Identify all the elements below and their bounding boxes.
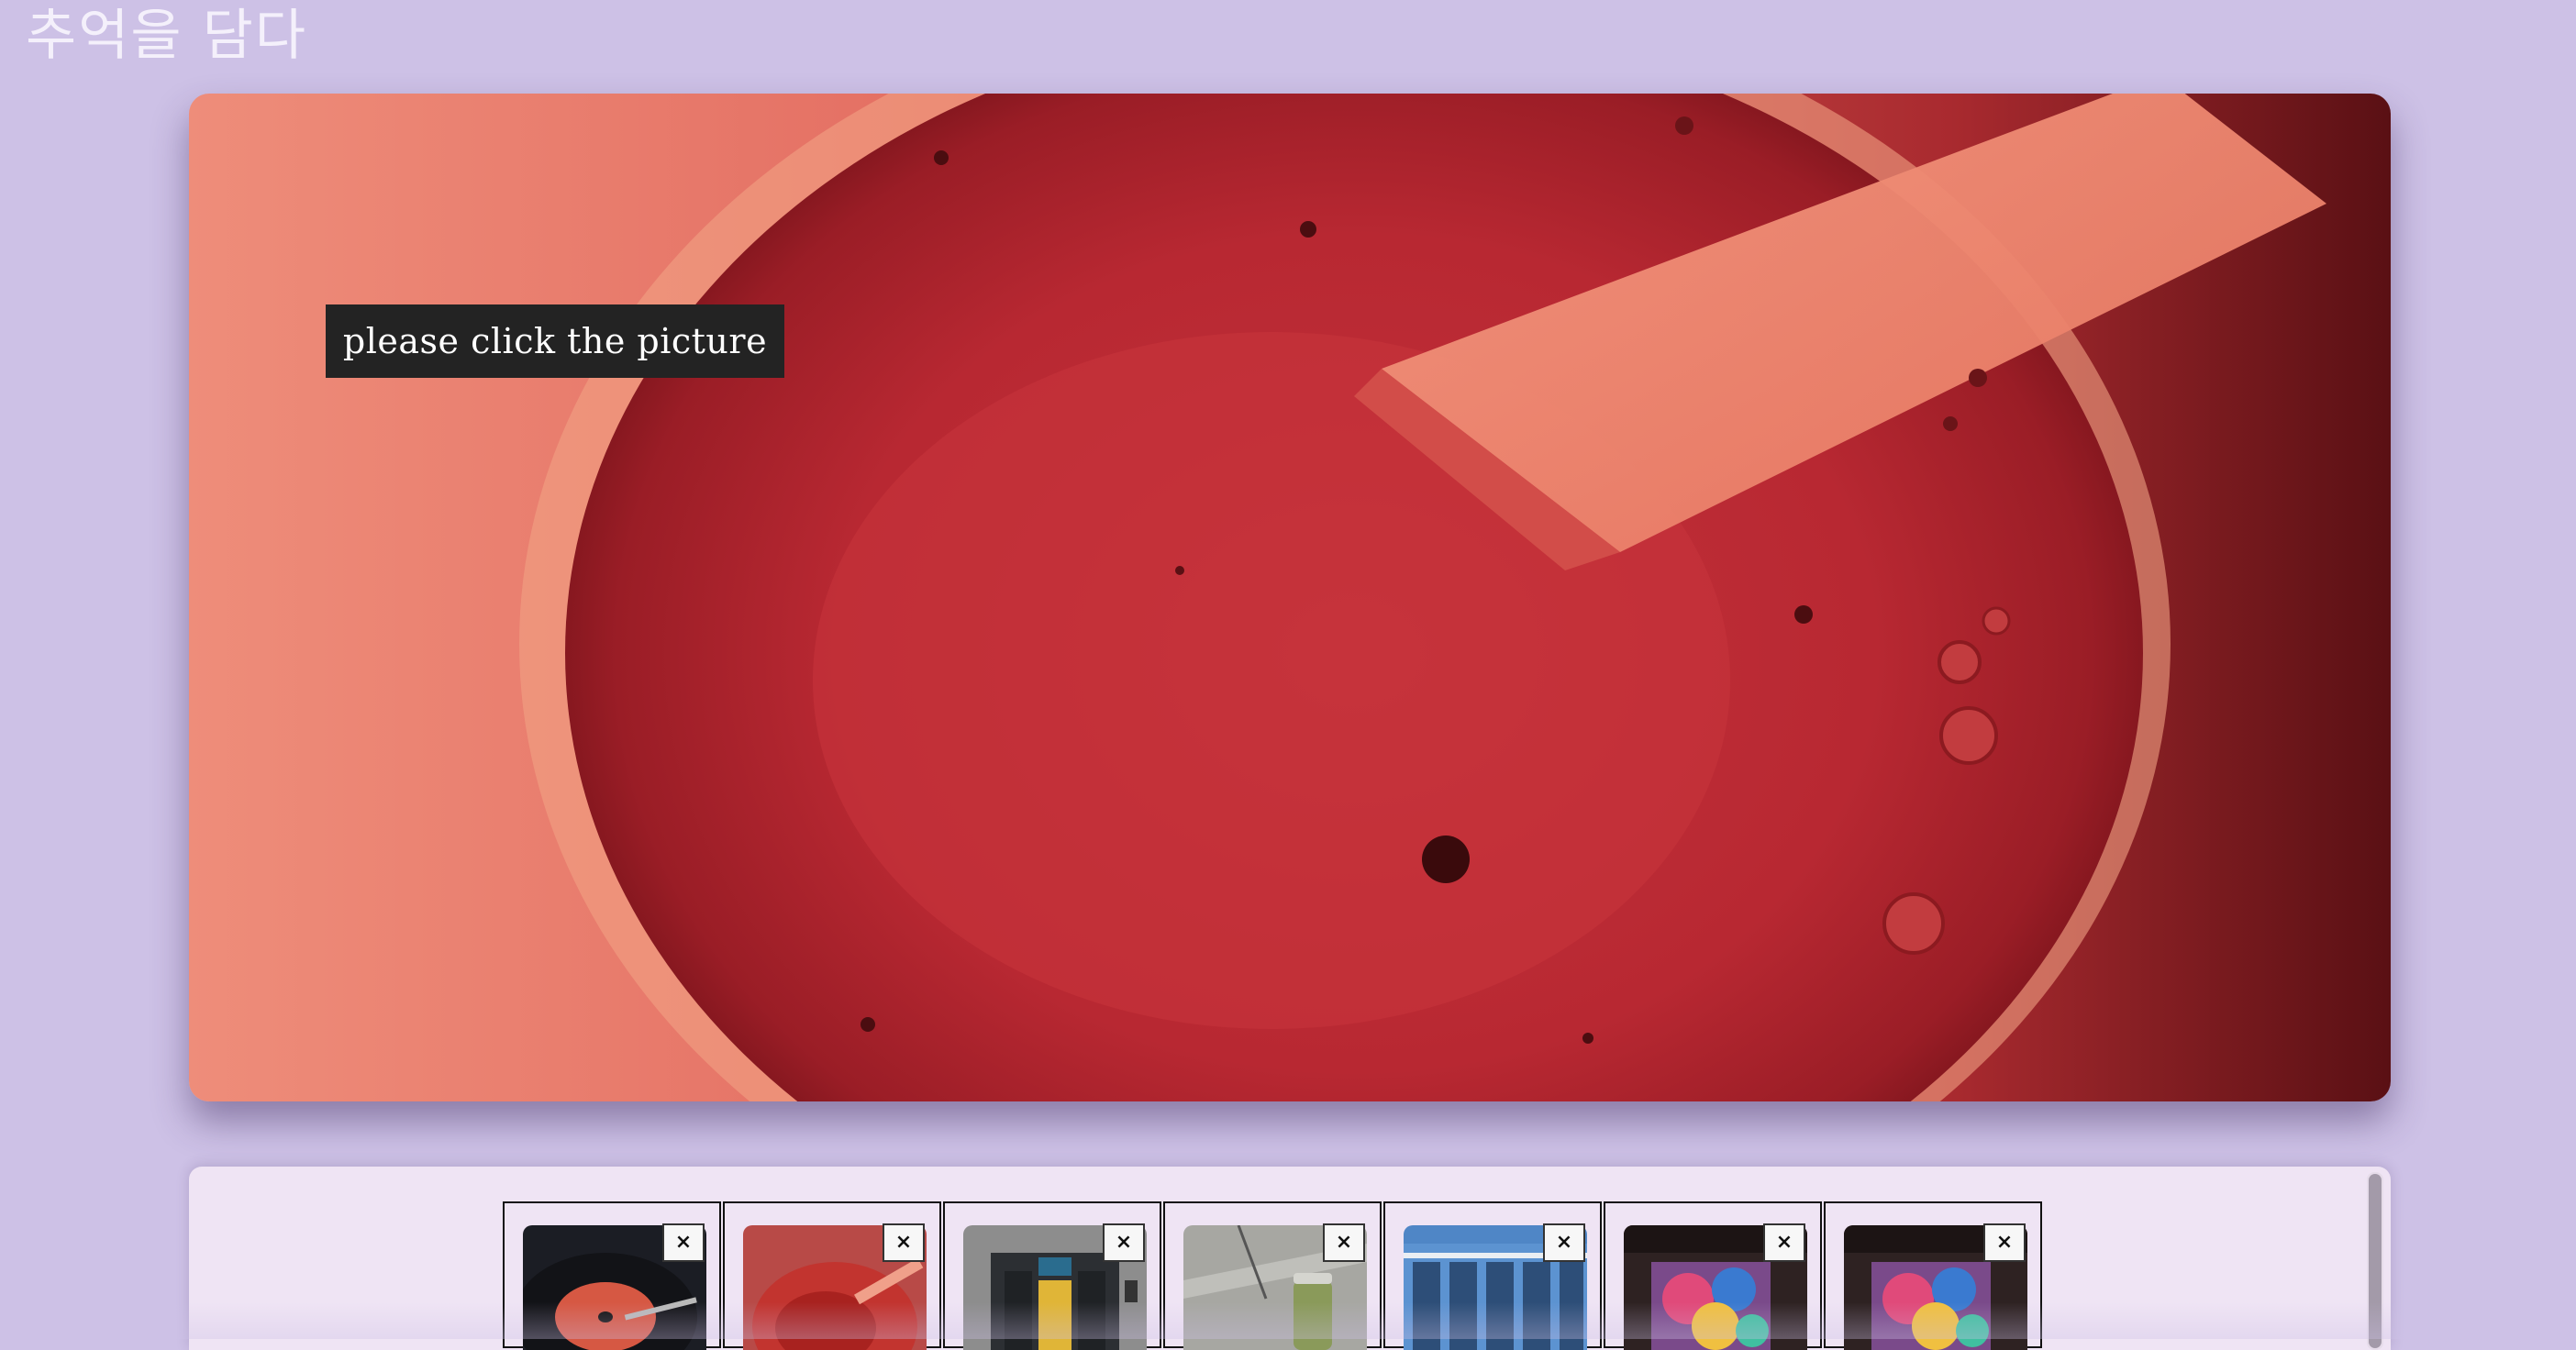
thumbnail-card[interactable]: × bbox=[943, 1201, 1161, 1350]
hero-image[interactable] bbox=[189, 94, 2391, 1101]
page-title: 추억을 담다 bbox=[26, 4, 308, 68]
thumbnail-card[interactable]: × bbox=[1604, 1201, 1822, 1350]
remove-thumbnail-button[interactable]: × bbox=[1323, 1223, 1365, 1262]
thumbnail-card[interactable]: × bbox=[1163, 1201, 1382, 1350]
tray-scrollbar[interactable] bbox=[2367, 1172, 2383, 1350]
hint-label: please click the picture bbox=[326, 304, 784, 378]
thumbnail-card[interactable]: × bbox=[723, 1201, 941, 1350]
thumbnail-card[interactable]: × bbox=[1824, 1201, 2042, 1350]
red-drink-photo bbox=[189, 94, 2391, 1101]
remove-thumbnail-button[interactable]: × bbox=[1543, 1223, 1585, 1262]
remove-thumbnail-button[interactable]: × bbox=[662, 1223, 705, 1262]
thumbnail-tray: × × × × × × × bbox=[189, 1167, 2391, 1350]
scrollbar-thumb[interactable] bbox=[2369, 1174, 2382, 1348]
thumbnail-list: × × × × × × × bbox=[503, 1201, 2044, 1350]
remove-thumbnail-button[interactable]: × bbox=[1983, 1223, 2026, 1262]
remove-thumbnail-button[interactable]: × bbox=[883, 1223, 925, 1262]
thumbnail-card[interactable]: × bbox=[1383, 1201, 1602, 1350]
remove-thumbnail-button[interactable]: × bbox=[1763, 1223, 1805, 1262]
thumbnail-card[interactable]: × bbox=[503, 1201, 721, 1350]
remove-thumbnail-button[interactable]: × bbox=[1103, 1223, 1145, 1262]
